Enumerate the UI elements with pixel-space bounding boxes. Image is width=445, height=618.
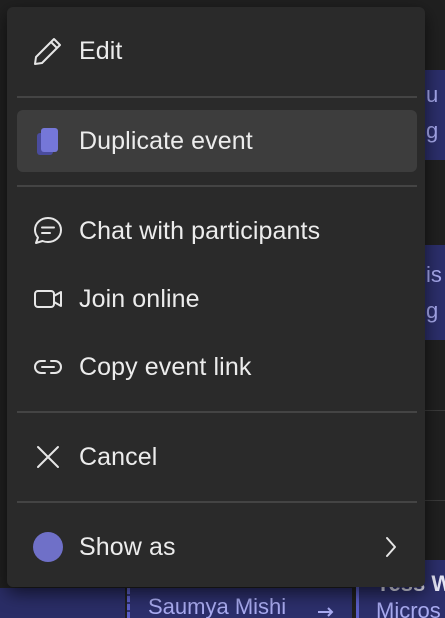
event-snippet: Micros (376, 598, 441, 618)
menu-item-label: Duplicate event (79, 126, 253, 155)
event-snippet: u (426, 82, 439, 107)
menu-divider (17, 411, 417, 413)
menu-item-label: Edit (79, 36, 123, 65)
menu-divider (17, 185, 417, 187)
event-context-menu: Edit Duplicate event Chat with participa… (7, 7, 425, 587)
chat-icon (31, 214, 65, 248)
menu-item-duplicate-event[interactable]: Duplicate event (17, 110, 417, 172)
menu-item-show-as[interactable]: Show as (17, 516, 417, 578)
event-snippet: is (426, 262, 442, 287)
link-icon (31, 350, 65, 384)
menu-item-join-online[interactable]: Join online (17, 268, 417, 330)
menu-item-edit[interactable]: Edit (17, 20, 417, 82)
event-organizer: Saumya Mishi (148, 594, 287, 618)
video-camera-icon (31, 282, 65, 316)
menu-divider (17, 501, 417, 503)
event-snippet: g (426, 298, 439, 323)
menu-item-label: Chat with participants (79, 216, 321, 245)
menu-item-chat-with-participants[interactable]: Chat with participants (17, 200, 417, 262)
menu-item-label: Show as (79, 532, 176, 561)
event-snippet: g (426, 118, 439, 143)
chevron-right-icon (381, 533, 401, 561)
menu-item-label: Cancel (79, 442, 158, 471)
calendar-event[interactable] (0, 588, 125, 618)
menu-item-cancel[interactable]: Cancel (17, 426, 417, 488)
status-dot-icon (31, 530, 65, 564)
recurring-icon (318, 607, 334, 617)
menu-divider (17, 96, 417, 98)
menu-item-copy-event-link[interactable]: Copy event link (17, 336, 417, 398)
pencil-icon (31, 34, 65, 68)
duplicate-icon (31, 124, 65, 158)
menu-item-label: Join online (79, 284, 200, 313)
menu-item-label: Copy event link (79, 352, 252, 381)
close-icon (31, 440, 65, 474)
